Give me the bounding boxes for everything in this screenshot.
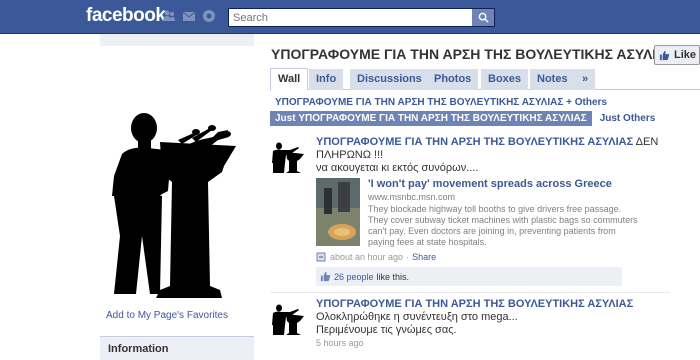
story-avatar[interactable] (270, 136, 308, 174)
story-avatar[interactable] (270, 298, 308, 336)
search-button[interactable] (472, 9, 494, 26)
filter-just-page[interactable]: Just ΥΠΟΓΡΑΦΟΥΜΕ ΓΙΑ ΤΗΝ ΑΡΣΗ ΤΗΣ ΒΟΥΛΕΥ… (270, 110, 592, 126)
filter-row: Just ΥΠΟΓΡΑΦΟΥΜΕ ΓΙΑ ΤΗΝ ΑΡΣΗ ΤΗΣ ΒΟΥΛΕΥ… (270, 110, 655, 126)
story-message: Περιμένουμε τις γνώμες σας. (316, 324, 457, 336)
feed-story: ΥΠΟΓΡΑΦΟΥΜΕ ΓΙΑ ΤΗΝ ΑΡΣΗ ΤΗΣ ΒΟΥΛΕΥΤΙΚΗΣ… (270, 298, 670, 360)
attachment-title-link[interactable]: 'I won't pay' movement spreads across Gr… (368, 178, 612, 190)
story-message: να ακουγεται κι εκτός συνόρων.... (316, 162, 479, 174)
story-timestamp[interactable]: 5 hours ago (316, 338, 364, 348)
filter-just-others[interactable]: Just Others (600, 113, 656, 124)
thumbs-up-icon (320, 271, 331, 282)
story-message: Ολοκληρώθηκε η συνέντευξη στο mega... (316, 311, 518, 323)
tab-discussions[interactable]: Discussions (350, 69, 429, 90)
meta-separator: · (406, 252, 410, 262)
search-box (228, 8, 495, 27)
profile-picture[interactable] (100, 46, 254, 308)
story-divider (270, 292, 670, 293)
page-tabs: Wall Info Discussions Photos Boxes Notes… (270, 68, 700, 91)
friend-requests-icon[interactable] (162, 9, 176, 23)
filter-all-link[interactable]: ΥΠΟΓΡΑΦΟΥΜΕ ΓΙΑ ΤΗΝ ΑΡΣΗ ΤΗΣ ΒΟΥΛΕΥΤΙΚΗΣ… (275, 97, 607, 108)
attachment-url: www.msnbc.msn.com (368, 192, 456, 202)
information-title: Information (108, 343, 169, 355)
story-message: ΔΕΝ (635, 136, 659, 148)
tab-info[interactable]: Info (309, 69, 344, 90)
messages-icon[interactable] (182, 9, 196, 23)
search-input[interactable] (229, 9, 469, 26)
left-column: Add to My Page's Favorites Information (100, 46, 254, 360)
search-icon (478, 12, 489, 23)
information-box: Information (100, 336, 254, 360)
link-icon (316, 252, 326, 262)
story-actor-link[interactable]: ΥΠΟΓΡΑΦΟΥΜΕ ΓΙΑ ΤΗΝ ΑΡΣΗ ΤΗΣ ΒΟΥΛΕΥΤΙΚΗΣ… (316, 136, 633, 148)
tab-notes[interactable]: Notes (530, 69, 575, 90)
share-link[interactable]: Share (412, 252, 436, 262)
likes-box: 26 people like this. (316, 267, 622, 286)
tab-more[interactable]: » (575, 69, 596, 90)
attachment-description: They blockade highway toll booths to giv… (368, 204, 638, 247)
story-message: ΠΛΗΡΩΝΩ !!! (316, 149, 384, 161)
story-meta: about an hour ago · Share (316, 252, 436, 262)
add-to-favorites-link[interactable]: Add to My Page's Favorites (106, 310, 228, 321)
tab-photos[interactable]: Photos (427, 69, 479, 90)
story-actor-link[interactable]: ΥΠΟΓΡΑΦΟΥΜΕ ΓΙΑ ΤΗΝ ΑΡΣΗ ΤΗΣ ΒΟΥΛΕΥΤΙΚΗΣ… (316, 298, 633, 310)
facebook-logo[interactable]: facebook (86, 5, 166, 27)
like-label: Like (674, 49, 697, 61)
attachment-thumbnail[interactable] (316, 178, 360, 246)
page-title: ΥΠΟΓΡΑΦΟΥΜΕ ΓΙΑ ΤΗΝ ΑΡΣΗ ΤΗΣ ΒΟΥΛΕΥΤΙΚΗΣ… (271, 46, 675, 62)
likes-suffix: like this. (376, 271, 410, 282)
tab-boxes[interactable]: Boxes (481, 69, 529, 90)
feed-story: ΥΠΟΓΡΑΦΟΥΜΕ ΓΙΑ ΤΗΝ ΑΡΣΗ ΤΗΣ ΒΟΥΛΕΥΤΙΚΗΣ… (270, 136, 670, 288)
notifications-icon[interactable] (202, 9, 216, 23)
like-button[interactable]: Like (654, 45, 700, 65)
likes-count-link[interactable]: 26 people (334, 272, 374, 282)
left-column-top-spacer (100, 34, 254, 46)
thumbs-up-icon (659, 50, 670, 60)
tab-wall[interactable]: Wall (270, 68, 309, 91)
story-meta: 5 hours ago (316, 338, 364, 348)
link-attachment: 'I won't pay' movement spreads across Gr… (316, 178, 638, 248)
top-bar: facebook (0, 0, 700, 34)
story-timestamp[interactable]: about an hour ago (330, 252, 403, 262)
